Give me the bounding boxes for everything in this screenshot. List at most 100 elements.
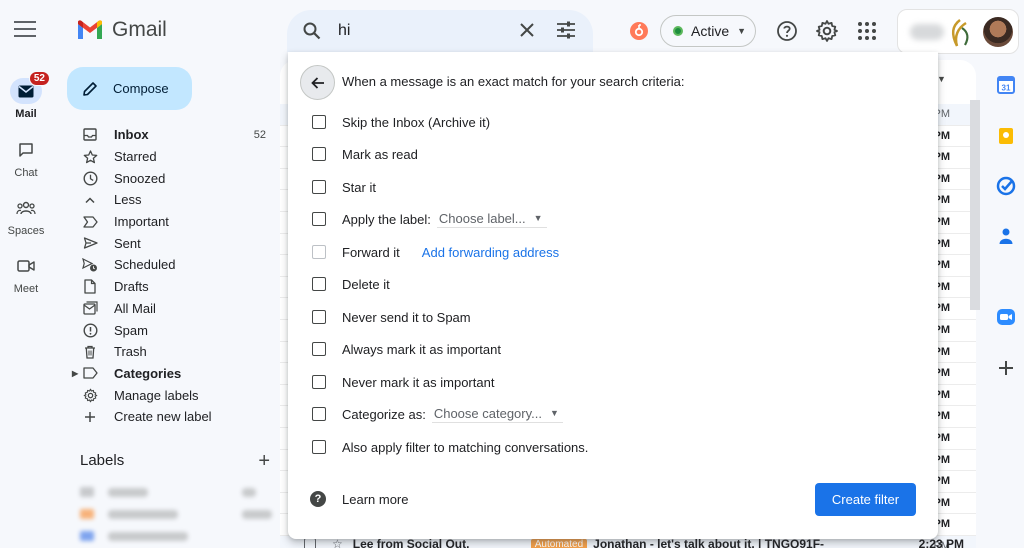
- learn-more-link[interactable]: ? Learn more: [310, 491, 408, 507]
- checkbox[interactable]: [312, 342, 326, 356]
- mail-icon: 52: [10, 71, 50, 104]
- calendar-icon[interactable]: 31: [996, 75, 1016, 95]
- rail-item-meet[interactable]: Meet: [0, 253, 52, 295]
- rail-item-chat[interactable]: Chat: [0, 137, 52, 179]
- zoom-icon[interactable]: [996, 307, 1016, 327]
- avatar[interactable]: [983, 17, 1013, 47]
- search-icon[interactable]: [302, 21, 322, 46]
- nav-label: Trash: [114, 344, 147, 360]
- option-never-spam[interactable]: Never send it to Spam: [312, 308, 471, 326]
- star-icon: [82, 149, 98, 164]
- account-switcher[interactable]: [897, 9, 1019, 54]
- tasks-icon[interactable]: [996, 176, 1016, 196]
- close-icon[interactable]: [517, 20, 537, 45]
- option-label: Never mark it as important: [342, 374, 495, 390]
- category-select-value: Choose category...: [433, 405, 542, 421]
- hubspot-icon[interactable]: [629, 21, 649, 41]
- checkbox[interactable]: [312, 375, 326, 389]
- arrow-left-icon: [310, 76, 324, 89]
- option-skip-inbox[interactable]: Skip the Inbox (Archive it): [312, 113, 490, 131]
- checkbox[interactable]: [312, 147, 326, 161]
- main-menu-icon[interactable]: [14, 21, 36, 39]
- help-icon[interactable]: [776, 20, 798, 47]
- nav-label: Categories: [114, 365, 182, 381]
- rail-label-mail: Mail: [15, 108, 37, 120]
- nav-item-scheduled[interactable]: Scheduled: [70, 254, 280, 276]
- row-checkbox[interactable]: [304, 538, 316, 548]
- blurred-label-row[interactable]: [80, 508, 272, 520]
- video-camera-icon: [10, 253, 42, 279]
- nav-item-spam[interactable]: Spam: [70, 319, 280, 341]
- labels-heading: Labels: [80, 452, 125, 469]
- labels-header: Labels +: [80, 451, 270, 471]
- nav-label: Scheduled: [114, 257, 176, 273]
- nav-item-drafts[interactable]: Drafts: [70, 276, 280, 298]
- gmail-m-icon: [78, 19, 102, 39]
- inbox-count: 52: [253, 128, 266, 141]
- checkbox[interactable]: [312, 310, 326, 324]
- blurred-label-row[interactable]: [80, 486, 256, 498]
- nav-item-important[interactable]: Important: [70, 211, 280, 233]
- scheduled-icon: [82, 257, 98, 272]
- status-dropdown[interactable]: Active ▼: [660, 15, 756, 47]
- nav-item-categories[interactable]: ▶ Categories: [70, 363, 280, 385]
- add-label-icon[interactable]: +: [258, 451, 270, 471]
- checkbox[interactable]: [312, 180, 326, 194]
- add-forwarding-link[interactable]: Add forwarding address: [422, 245, 559, 260]
- checkbox[interactable]: [312, 115, 326, 129]
- caret-down-icon[interactable]: ▼: [937, 74, 946, 84]
- nav-item-create-label[interactable]: Create new label: [70, 406, 280, 428]
- nav-item-trash[interactable]: Trash: [70, 341, 280, 363]
- option-never-important[interactable]: Never mark it as important: [312, 373, 494, 391]
- search-options-icon[interactable]: [555, 20, 577, 45]
- option-always-important[interactable]: Always mark it as important: [312, 340, 501, 358]
- option-label: Also apply filter to matching conversati…: [342, 439, 589, 455]
- nav-item-snoozed[interactable]: Snoozed: [70, 167, 280, 189]
- option-apply-label[interactable]: Apply the label: Choose label... ▼: [312, 210, 547, 228]
- option-mark-read[interactable]: Mark as read: [312, 145, 418, 163]
- blurred-label-row[interactable]: [80, 530, 188, 542]
- learn-more-label: Learn more: [342, 491, 409, 507]
- add-addon-icon[interactable]: [996, 358, 1016, 378]
- settings-gear-icon[interactable]: [815, 19, 839, 48]
- pencil-icon: [83, 81, 97, 96]
- checkbox[interactable]: [312, 407, 326, 421]
- expand-arrow-icon[interactable]: ▶: [72, 369, 78, 378]
- search-input[interactable]: [338, 20, 498, 42]
- nav-item-sent[interactable]: Sent: [70, 232, 280, 254]
- folder-nav: Inbox 52 Starred Snoozed Less Important …: [70, 124, 280, 428]
- org-logo-icon: [951, 19, 969, 47]
- nav-item-inbox[interactable]: Inbox 52: [70, 124, 280, 146]
- left-rail: 52 Mail Chat Spaces Meet: [0, 0, 52, 548]
- send-icon: [82, 237, 98, 249]
- compose-button[interactable]: Compose: [67, 67, 192, 110]
- svg-text:31: 31: [1002, 84, 1011, 93]
- checkbox[interactable]: [312, 212, 326, 226]
- nav-item-less[interactable]: Less: [70, 189, 280, 211]
- nav-label: Spam: [114, 322, 148, 338]
- option-label: Apply the label:: [342, 211, 431, 227]
- create-filter-button[interactable]: Create filter: [815, 483, 916, 516]
- option-categorize[interactable]: Categorize as: Choose category... ▼: [312, 405, 563, 423]
- gmail-logo[interactable]: Gmail: [76, 18, 167, 42]
- option-also-apply[interactable]: Also apply filter to matching conversati…: [312, 438, 588, 456]
- nav-item-all-mail[interactable]: All Mail: [70, 298, 280, 320]
- checkbox[interactable]: [312, 440, 326, 454]
- checkbox[interactable]: [312, 277, 326, 291]
- keep-icon[interactable]: [996, 126, 1016, 146]
- rail-item-spaces[interactable]: Spaces: [0, 195, 52, 237]
- rail-label-meet: Meet: [13, 283, 39, 295]
- option-star[interactable]: Star it: [312, 178, 376, 196]
- caret-down-icon: ▼: [549, 408, 559, 418]
- rail-item-mail[interactable]: 52 Mail: [0, 71, 52, 120]
- label-select[interactable]: Choose label... ▼: [436, 211, 547, 228]
- category-select[interactable]: Choose category... ▼: [431, 405, 563, 423]
- contacts-icon[interactable]: [996, 226, 1016, 246]
- back-button[interactable]: [300, 65, 335, 100]
- list-scrollbar[interactable]: [970, 100, 980, 310]
- nav-item-starred[interactable]: Starred: [70, 146, 280, 168]
- apps-grid-icon[interactable]: [856, 20, 878, 47]
- search-bar: [287, 10, 593, 52]
- option-delete[interactable]: Delete it: [312, 275, 390, 293]
- nav-item-manage-labels[interactable]: Manage labels: [70, 384, 280, 406]
